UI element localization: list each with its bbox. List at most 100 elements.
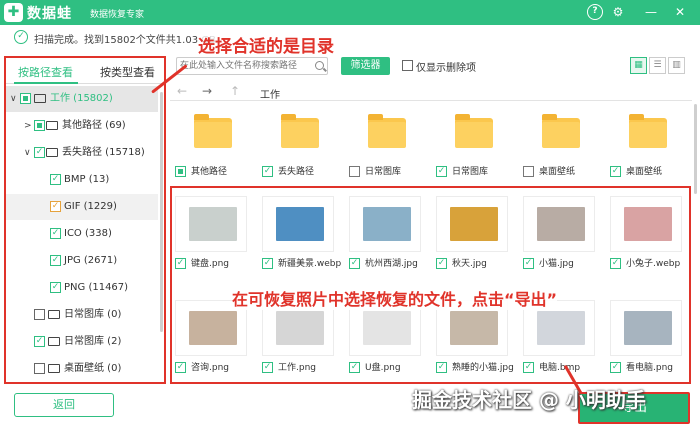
minimize-icon[interactable]: — [643,4,659,20]
watermark: 掘金技术社区 @ 小明助手 [412,388,646,412]
file-item[interactable]: 日常图库 [347,100,432,182]
gear-icon[interactable]: ⚙ [610,4,626,20]
file-name: 新疆美景.webp [278,259,342,269]
file-checkbox[interactable]: ✓ [610,166,621,177]
tree-item-checkbox[interactable]: ✓ [50,282,61,293]
help-icon[interactable]: ? [587,4,603,20]
list-view-icon[interactable]: ☰ [649,57,666,74]
file-checkbox[interactable] [523,166,534,177]
tree-item[interactable]: ∨ ✓ 丢失路径 (15718) [6,140,158,166]
file-thumbnail[interactable] [175,104,247,160]
tree-item-checkbox[interactable] [34,363,45,374]
file-thumbnail[interactable] [523,104,595,160]
file-item[interactable]: ✓ 秋天.jpg [434,192,519,274]
file-item[interactable]: 其他路径 [173,100,258,182]
file-checkbox[interactable] [349,166,360,177]
file-checkbox[interactable]: ✓ [349,362,360,373]
file-item[interactable]: ✓ 丢失路径 [260,100,345,182]
tree-item-checkbox[interactable] [34,309,45,320]
file-item[interactable]: ✓ 键盘.png [173,192,258,274]
grid-scrollbar[interactable] [694,104,697,194]
file-checkbox[interactable]: ✓ [262,258,273,269]
tree-item-checkbox[interactable]: ✓ [34,147,45,158]
file-item[interactable]: 桌面壁纸 [521,100,606,182]
back-button[interactable]: 返回 [14,393,114,417]
file-checkbox[interactable]: ✓ [262,362,273,373]
tree-item-checkbox[interactable] [20,93,31,104]
nav-forward-icon[interactable]: → [202,84,212,98]
file-checkbox[interactable]: ✓ [523,258,534,269]
file-thumbnail[interactable] [436,104,508,160]
grid-view-icon[interactable]: ▦ [630,57,647,74]
image-thumbnail [624,207,672,241]
detail-view-icon[interactable]: ▥ [668,57,685,74]
file-checkbox[interactable]: ✓ [523,362,534,373]
file-checkbox[interactable]: ✓ [262,166,273,177]
file-thumbnail[interactable] [523,196,595,252]
tree-item[interactable]: > 其他路径 (69) [6,113,158,139]
file-checkbox[interactable] [175,166,186,177]
file-name: 丢失路径 [278,167,315,177]
file-thumbnail[interactable] [610,196,682,252]
file-item[interactable]: ✓ 小猫.jpg [521,192,606,274]
chevron-right-icon[interactable]: > [24,113,32,139]
file-thumbnail[interactable] [349,196,421,252]
tree-item-checkbox[interactable]: ✓ [50,174,61,185]
tree-item[interactable]: ✓ GIF (1229) [6,194,158,220]
tree-item[interactable]: ✓ ICO (338) [6,221,158,247]
file-thumbnail[interactable] [262,196,334,252]
tree-item[interactable]: ∨ 工作 (15802) [6,86,158,112]
tree-item[interactable]: ✓ PNG (11467) [6,275,158,301]
drive-icon [34,94,46,103]
chevron-down-icon[interactable]: ∨ [24,140,31,166]
file-item[interactable]: ✓ 新疆美景.webp [260,192,345,274]
file-thumbnail[interactable] [262,104,334,160]
file-checkbox[interactable]: ✓ [349,258,360,269]
deleted-only-label: 仅显示删除项 [416,63,476,74]
file-name: 咨询.png [191,363,229,373]
tree-item-checkbox[interactable]: ✓ [50,255,61,266]
tree-item[interactable]: ✓ JPG (2671) [6,248,158,274]
file-thumbnail[interactable] [175,196,247,252]
tab-by-path[interactable]: 按路径查看 [18,64,73,80]
tree-item-label: ICO (338) [64,228,112,239]
deleted-only-checkbox[interactable] [402,60,413,71]
tree-item-checkbox[interactable]: ✓ [34,336,45,347]
image-thumbnail [624,311,672,345]
file-checkbox[interactable]: ✓ [436,362,447,373]
file-item[interactable]: ✓ 小兔子.webp [608,192,693,274]
file-thumbnail[interactable] [610,300,682,356]
file-checkbox[interactable]: ✓ [175,362,186,373]
tree-item-checkbox[interactable]: ✓ [50,228,61,239]
title-bar: ✚ 数据蛙 数据恢复专家 ? ⚙ — ✕ [0,0,700,25]
filter-button[interactable]: 筛选器 [341,57,390,75]
file-checkbox[interactable]: ✓ [610,258,621,269]
tree-item[interactable]: ✓ 日常图库 (2) [6,329,158,355]
file-checkbox[interactable]: ✓ [175,258,186,269]
search-icon[interactable] [315,61,324,70]
file-item[interactable]: ✓ 日常图库 [434,100,519,182]
file-thumbnail[interactable] [610,104,682,160]
chevron-down-icon[interactable]: ∨ [10,86,17,112]
tab-by-type[interactable]: 按类型查看 [100,64,155,80]
file-checkbox[interactable]: ✓ [610,362,621,373]
file-thumbnail[interactable] [349,104,421,160]
file-checkbox[interactable]: ✓ [436,258,447,269]
search-input[interactable] [180,59,308,73]
tree-item[interactable]: ✓ BMP (13) [6,167,158,193]
close-icon[interactable]: ✕ [672,4,688,20]
search-box[interactable] [176,57,328,75]
tree-item-checkbox[interactable] [34,120,45,131]
file-item[interactable]: ✓ 桌面壁纸 [608,100,693,182]
nav-back-icon[interactable]: ← [177,84,187,98]
tree-item-checkbox[interactable]: ✓ [50,201,61,212]
tree-scrollbar[interactable] [160,92,163,332]
tree-item[interactable]: 日常图库 (0) [6,302,158,328]
nav-up-icon[interactable]: ↑ [230,84,240,98]
file-checkbox[interactable]: ✓ [436,166,447,177]
tree-item[interactable]: 桌面壁纸 (0) [6,356,158,382]
file-thumbnail[interactable] [436,196,508,252]
file-item[interactable]: ✓ 看电脑.png [608,296,693,378]
drive-icon [48,364,60,373]
file-item[interactable]: ✓ 杭州西湖.jpg [347,192,432,274]
